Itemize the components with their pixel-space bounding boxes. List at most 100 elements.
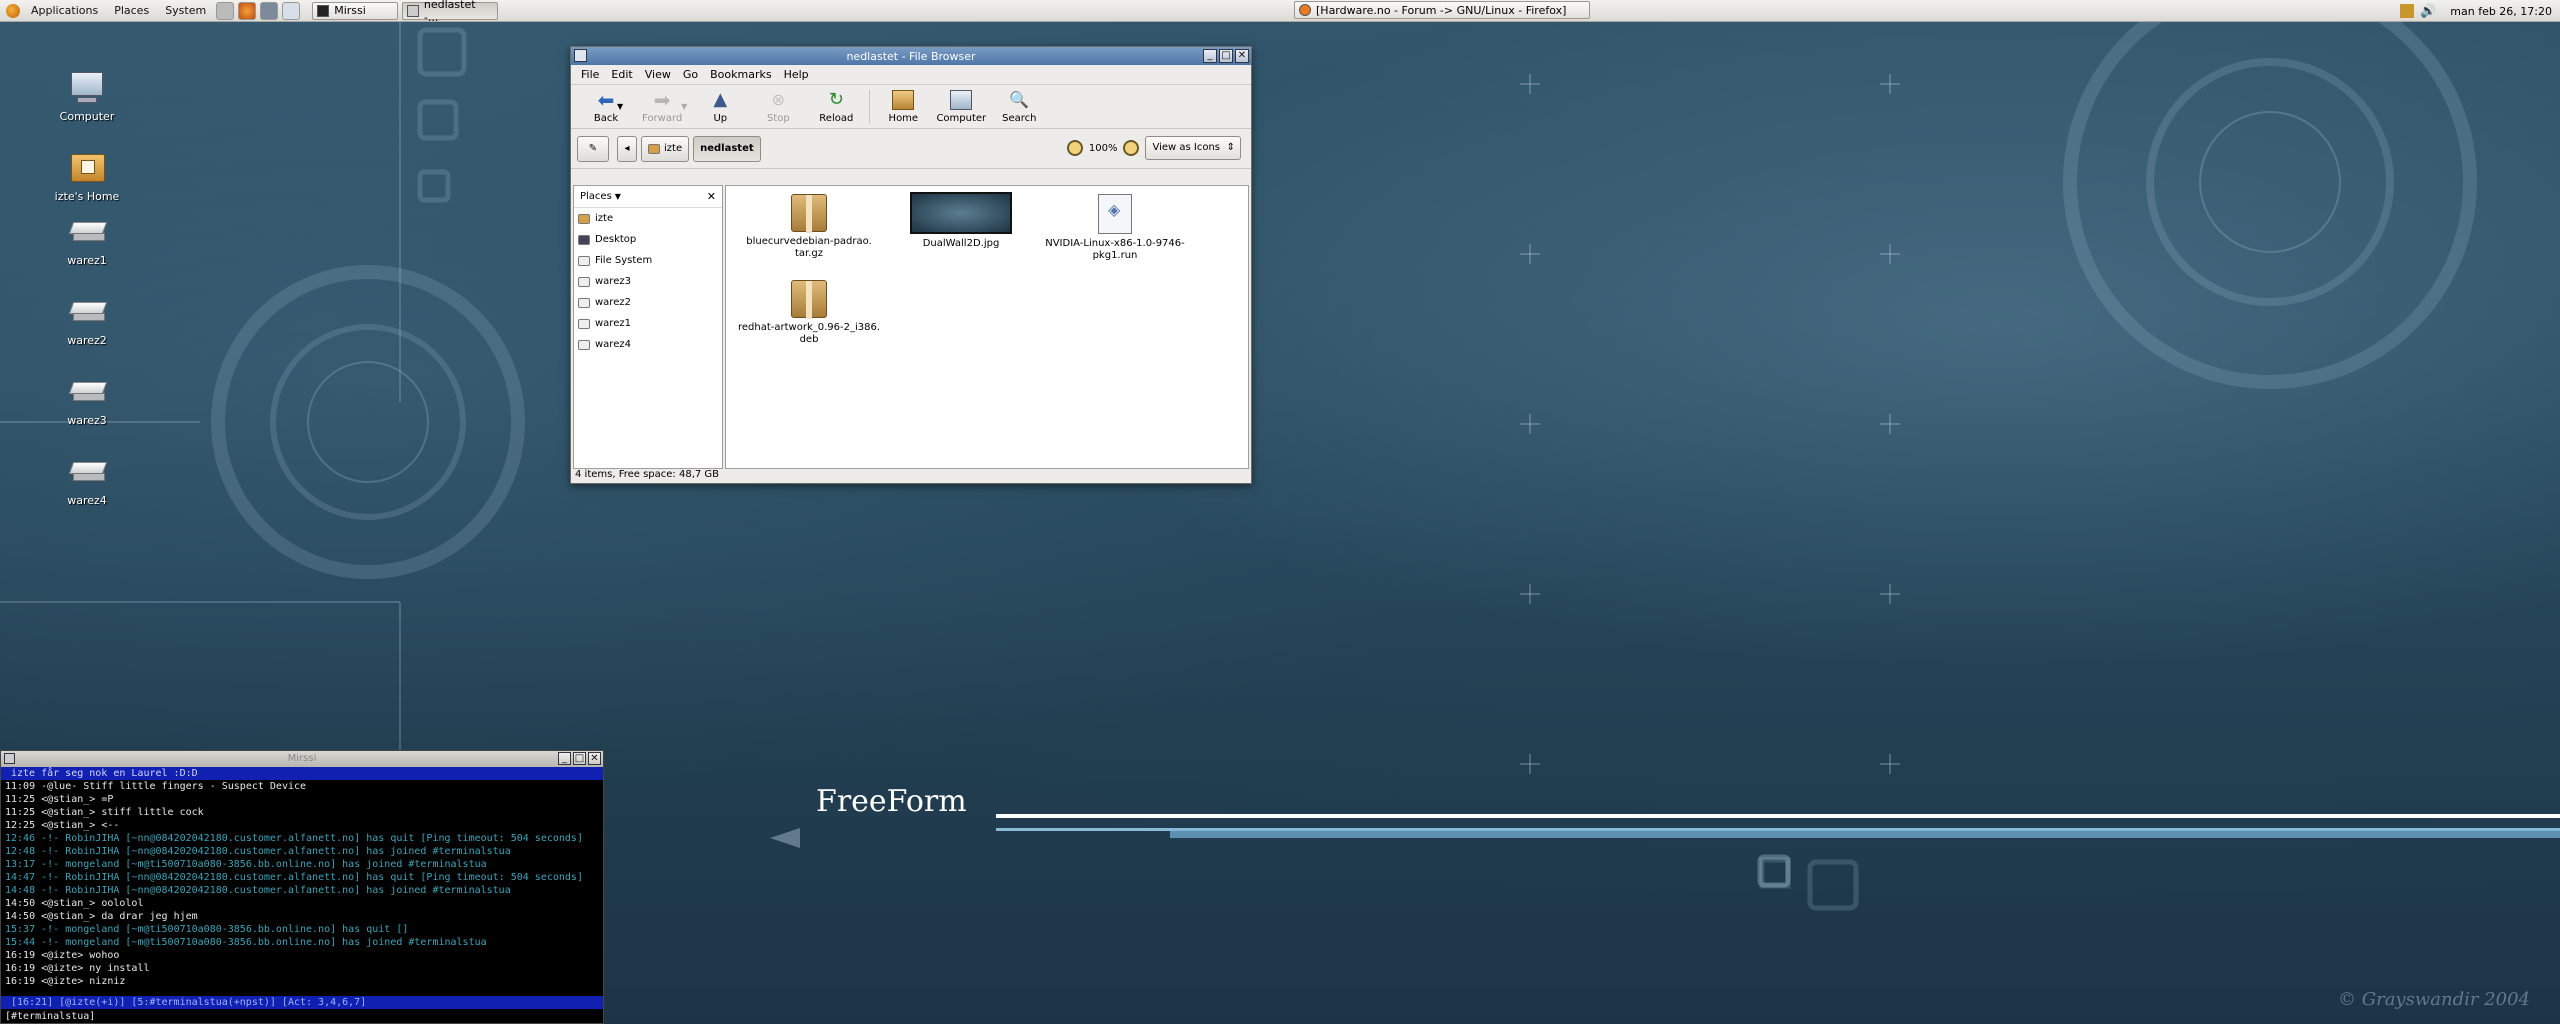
zoom-level[interactable]: 100% [1089, 143, 1118, 154]
system-tray: 🔊 man feb 26, 17:20 [2394, 0, 2560, 22]
file-item[interactable]: NVIDIA-Linux-x86-1.0-9746- pkg1.run [1040, 194, 1190, 262]
task-label: [Hardware.no - Forum -> GNU/Linux - Fire… [1316, 3, 1567, 17]
desktop-icon-computer[interactable]: Computer [42, 70, 132, 123]
desktop-icon-home[interactable]: izte's Home [42, 150, 132, 203]
zoom-in-icon[interactable] [1123, 140, 1140, 156]
clock[interactable]: man feb 26, 17:20 [2442, 5, 2560, 18]
drive-icon [67, 294, 108, 330]
reload-icon: ↻ [828, 88, 844, 110]
drive-icon [578, 297, 590, 308]
menu-applications[interactable]: Applications [23, 0, 106, 22]
sidebar-item-desktop[interactable]: Desktop [574, 229, 722, 250]
back-button[interactable]: ⬅ Back [577, 90, 635, 124]
menu-help[interactable]: Help [778, 68, 815, 81]
back-history-dropdown-icon[interactable]: ▼ [617, 102, 623, 111]
chat-line: 13:17 -!- mongeland [~m@ti500710a080-385… [5, 859, 487, 870]
irc-input-line[interactable]: [#terminalstua] [1, 1010, 603, 1023]
computer-button[interactable]: Computer [932, 89, 990, 124]
desktop-icon-label: warez2 [67, 334, 107, 347]
volume-icon[interactable]: 🔊 [2420, 4, 2436, 19]
zoom-out-icon[interactable] [1066, 140, 1083, 156]
sidebar-item-label: Desktop [595, 234, 637, 245]
desktop-icon-warez1[interactable]: warez1 [42, 214, 132, 267]
chat-log: 11:09 -@lue- Stiff little fingers - Susp… [1, 780, 603, 988]
chevron-down-icon[interactable]: ▼ [615, 192, 621, 201]
sidebar-item-warez3[interactable]: warez3 [574, 271, 722, 292]
home-button[interactable]: Home [874, 89, 932, 124]
file-browser-titlebar[interactable]: nedlastet - File Browser _ □ ✕ [571, 47, 1251, 65]
forward-history-dropdown-icon[interactable]: ▼ [681, 102, 687, 111]
desktop-icon-label: izte's Home [54, 190, 120, 203]
menu-view[interactable]: View [639, 68, 677, 81]
up-button[interactable]: ▲ Up [691, 89, 749, 124]
desktop-icon-warez4[interactable]: warez4 [42, 454, 132, 507]
drive-icon [578, 276, 590, 287]
minimize-button[interactable]: _ [1203, 49, 1217, 63]
close-button[interactable]: ✕ [1235, 49, 1249, 63]
sidebar-item-warez4[interactable]: warez4 [574, 334, 722, 355]
desktop-icon-warez2[interactable]: warez2 [42, 294, 132, 347]
channel-topic: izte får seg nok en Laurel :D:D [1, 767, 603, 780]
file-item[interactable]: DualWall2D.jpg [886, 192, 1036, 250]
task-firefox[interactable]: [Hardware.no - Forum -> GNU/Linux - Fire… [1294, 1, 1590, 19]
search-label: Search [1002, 112, 1037, 124]
minimize-button[interactable]: _ [558, 752, 571, 765]
view-mode-select[interactable]: View as Icons [1145, 136, 1241, 160]
launcher-editor-icon[interactable] [282, 1, 301, 20]
launcher-terminal-icon[interactable] [216, 1, 235, 20]
menu-edit[interactable]: Edit [605, 68, 638, 81]
home-icon [892, 89, 915, 110]
task-file-browser[interactable]: nedlastet -... [402, 0, 499, 24]
sidebar-item-warez2[interactable]: warez2 [574, 292, 722, 313]
computer-label: Computer [936, 112, 987, 124]
maximize-button[interactable]: □ [1219, 49, 1233, 63]
menu-go[interactable]: Go [677, 68, 704, 81]
wallpaper-freeform-text: FreeForm [816, 784, 967, 819]
sidebar-item-file-system[interactable]: File System [574, 250, 722, 271]
drive-icon [67, 454, 108, 490]
menu-bookmarks[interactable]: Bookmarks [704, 68, 777, 81]
sidebar-item-label: File System [595, 255, 653, 266]
search-button[interactable]: 🔍 Search [990, 90, 1048, 124]
drive-icon [578, 255, 590, 266]
window-menu-icon[interactable] [574, 49, 587, 62]
gnome-foot-icon[interactable] [6, 3, 20, 18]
maximize-button[interactable]: □ [573, 752, 586, 765]
launcher-mail-icon[interactable] [260, 1, 279, 20]
path-button-nedlastet[interactable]: nedlastet [693, 135, 761, 162]
terminal-titlebar[interactable]: Mirssi _ □ ✕ [1, 751, 603, 767]
close-button[interactable]: ✕ [588, 752, 601, 765]
launcher-firefox-icon[interactable] [238, 1, 257, 20]
chat-line: 11:25 <@stian_> =P [5, 794, 114, 805]
menu-system[interactable]: System [157, 0, 214, 22]
file-name: DualWall2D.jpg [922, 238, 1000, 249]
drive-icon [67, 214, 108, 250]
desktop-icon-warez3[interactable]: warez3 [42, 374, 132, 427]
sidebar-item-warez1[interactable]: warez1 [574, 313, 722, 334]
menu-file[interactable]: File [575, 68, 605, 81]
sidebar-close-icon[interactable]: ✕ [707, 190, 716, 203]
sidebar: Places ▼ ✕ izte Desktop File System ware… [573, 185, 723, 469]
sidebar-item-label: warez4 [595, 339, 631, 350]
file-item[interactable]: bluecurvedebian-padrao. tar.gz [734, 194, 884, 260]
path-scroll-left-button[interactable]: ◂ [617, 135, 637, 162]
window-title: Mirssi [287, 753, 317, 764]
stop-button[interactable]: ⊗ Stop [749, 90, 807, 124]
menu-places[interactable]: Places [106, 0, 157, 22]
toggle-location-entry-button[interactable]: ✎ [577, 135, 609, 162]
reload-label: Reload [819, 112, 854, 124]
archive-icon [791, 194, 827, 233]
file-browser-window: nedlastet - File Browser _ □ ✕ File Edit… [570, 46, 1252, 484]
reload-button[interactable]: ↻ Reload [807, 88, 865, 124]
sidebar-item-label: warez3 [595, 276, 631, 287]
window-menu-icon[interactable] [4, 753, 15, 764]
sidebar-title-dropdown[interactable]: Places [580, 191, 612, 202]
chat-line: 11:25 <@stian_> stiff little cock [5, 807, 204, 818]
home-folder-icon [67, 150, 107, 186]
sidebar-item-izte[interactable]: izte [574, 208, 722, 229]
chat-line: 14:47 -!- RobinJIHA [~nn@084202042180.cu… [5, 872, 583, 883]
user-icon[interactable] [2400, 4, 2415, 18]
file-item[interactable]: redhat-artwork_0.96-2_i386. deb [734, 280, 884, 346]
path-button-izte[interactable]: izte [641, 135, 690, 162]
task-mirssi[interactable]: Mirssi [312, 1, 399, 20]
